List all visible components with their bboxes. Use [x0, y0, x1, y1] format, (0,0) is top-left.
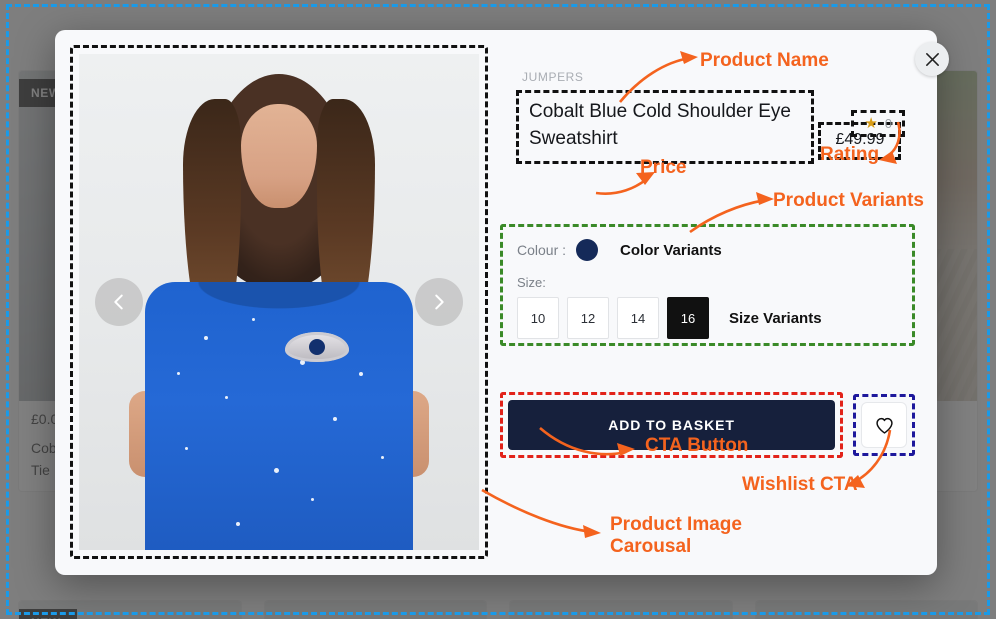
annotation-product-image-carousel: Product Image Carousal: [610, 514, 742, 558]
size-option-12[interactable]: 12: [567, 297, 609, 339]
annotation-product-variants: Product Variants: [773, 190, 924, 211]
close-glyph: [925, 52, 939, 66]
wishlist-button[interactable]: [861, 402, 907, 448]
product-details: JUMPERS Cobalt Blue Cold Shoulder Eye Sw…: [488, 30, 937, 575]
size-option-16[interactable]: 16: [667, 297, 709, 339]
chevron-left-icon: [114, 294, 123, 310]
colour-label: Colour :: [517, 242, 567, 258]
wishlist-box: [853, 394, 915, 456]
annotation-product-name: Product Name: [700, 50, 829, 71]
colour-swatch[interactable]: [576, 239, 599, 261]
size-options: 10 12 14 16 Size Variants: [517, 297, 898, 339]
photo-eye-brooch: [285, 331, 349, 362]
colour-row: Colour : Color Variants: [517, 239, 898, 261]
product-name-box: Cobalt Blue Cold Shoulder Eye Sweatshirt: [516, 90, 814, 164]
product-image-carousel[interactable]: [70, 45, 488, 559]
star-icon: ★: [864, 115, 878, 132]
annotation-color-variants: Color Variants: [620, 241, 722, 259]
rating-badge[interactable]: ★ 0: [851, 110, 905, 137]
chevron-right-icon: [435, 294, 444, 310]
rating-count: 0: [884, 116, 892, 131]
annotation-size-variants: Size Variants: [729, 309, 822, 327]
size-option-14[interactable]: 14: [617, 297, 659, 339]
carousel-prev-icon[interactable]: [95, 278, 143, 326]
annotation-wishlist-cta: Wishlist CTA: [742, 474, 858, 495]
annotation-cta-button: CTA Button: [645, 435, 749, 456]
heart-icon: [875, 417, 893, 434]
photo-face: [241, 103, 317, 208]
photo-sweatshirt: [145, 282, 413, 550]
carousel-next-icon[interactable]: [415, 278, 463, 326]
product-name: Cobalt Blue Cold Shoulder Eye Sweatshirt: [529, 101, 791, 149]
size-option-10[interactable]: 10: [517, 297, 559, 339]
close-icon[interactable]: [915, 42, 949, 76]
product-variants-box: Colour : Color Variants Size: 10 12 14 1…: [500, 224, 915, 346]
carousel-viewport[interactable]: [79, 54, 479, 550]
product-category: JUMPERS: [522, 70, 584, 84]
annotation-price: Price: [640, 157, 687, 178]
size-label: Size:: [517, 275, 546, 290]
annotation-rating: Rating: [820, 144, 880, 165]
